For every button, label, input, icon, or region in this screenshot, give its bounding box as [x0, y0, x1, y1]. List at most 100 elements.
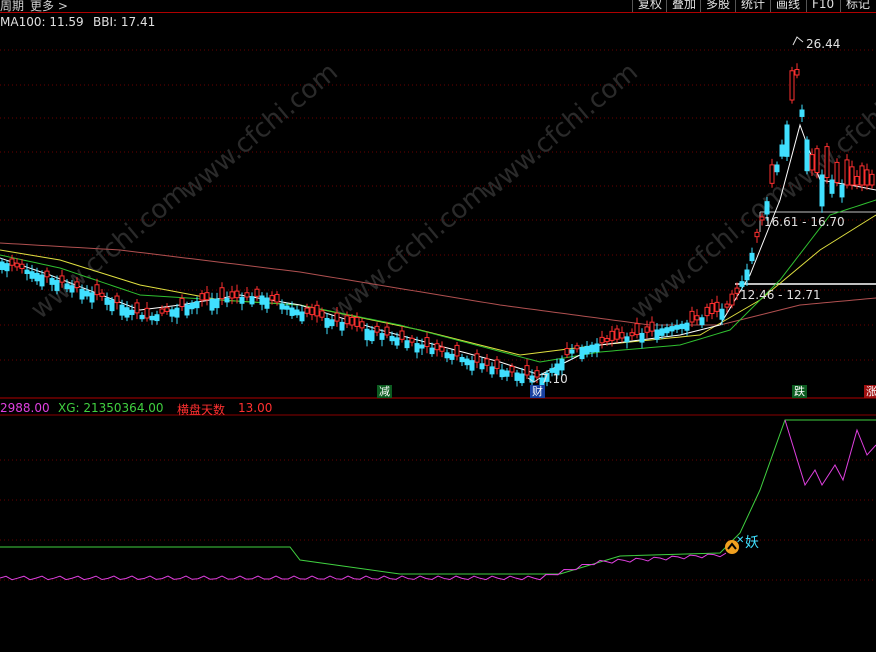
candle-body [249, 296, 255, 305]
candle-body [644, 326, 650, 333]
candle-body [229, 291, 235, 299]
candle-body [9, 258, 15, 266]
candle-body [14, 262, 20, 268]
candle-body [579, 347, 585, 360]
candle-body [239, 296, 245, 304]
candle-body [454, 344, 460, 357]
candle-body [149, 315, 155, 321]
candle-body [254, 288, 260, 297]
candle-body [59, 275, 65, 283]
candle-body [459, 357, 465, 363]
sideways-days-value: 13.00 [238, 401, 273, 415]
candle-body [479, 363, 485, 370]
candle-body [809, 154, 815, 171]
candle-body [189, 302, 195, 310]
upper-zone-label: 16.61 - 16.70 [764, 215, 845, 229]
candle-body [414, 343, 420, 353]
candle-body [399, 330, 405, 340]
event-mark-finance[interactable]: 财 [530, 385, 545, 398]
candle-body [639, 332, 645, 343]
candle-body [389, 335, 395, 342]
candle-body [29, 271, 35, 279]
candle-body [689, 310, 695, 323]
candle-body [864, 169, 870, 186]
watermark: www.cfchi.com [325, 177, 494, 325]
candle-body [679, 323, 685, 330]
candle-body [274, 293, 280, 303]
candle-body [484, 358, 490, 366]
candle-body [104, 297, 110, 305]
candle-body [404, 340, 410, 349]
candle-body [334, 312, 340, 322]
candle-body [219, 287, 225, 300]
candle-body [504, 370, 510, 377]
bbi-readout: BBI: 17.41 [93, 15, 156, 29]
candle-body [819, 174, 825, 207]
ma100-readout: MA100: 11.59 [0, 15, 84, 29]
candle-body [324, 318, 330, 328]
candle-body [19, 263, 25, 269]
candle-body [359, 321, 365, 329]
candle-body [409, 337, 415, 343]
candle-body [304, 307, 310, 314]
candle-body [634, 323, 640, 336]
candle-body [599, 336, 605, 344]
candle-body [699, 317, 705, 326]
candle-body [524, 365, 530, 376]
lower-zone-label: 12.46 - 12.71 [740, 288, 821, 302]
candle-body [694, 315, 700, 321]
candle-body [39, 274, 45, 287]
candle-body [534, 370, 540, 378]
candle-body [144, 307, 150, 319]
candle-body [259, 295, 265, 305]
candle-body [469, 360, 475, 371]
candle-body [164, 307, 170, 312]
candle-body [824, 146, 830, 179]
candle-body [54, 279, 60, 291]
candle-body [769, 164, 775, 184]
candle-body [339, 321, 345, 331]
candle-body [834, 161, 840, 183]
candle-body [784, 124, 790, 157]
candle-body [654, 329, 660, 340]
candle-body [854, 176, 860, 186]
kline-chart[interactable]: www.cfchi.comwww.cfchi.comwww.cfchi.comw… [0, 0, 876, 652]
candle-body [604, 337, 610, 343]
candle-body [204, 292, 210, 301]
candle-body [279, 303, 285, 310]
candle-body [434, 343, 440, 351]
candle-body [234, 290, 240, 299]
candle-body [364, 328, 370, 341]
candle-body [584, 345, 590, 355]
candle-body [289, 307, 295, 316]
candle-body [594, 343, 600, 353]
candle-body [444, 352, 450, 359]
candle-body [684, 322, 690, 331]
candle-body [489, 366, 495, 375]
candle-body [224, 297, 230, 303]
sub-value-readout: 2988.00 [0, 401, 50, 415]
candle-body [669, 326, 675, 332]
watermark: www.cfchi.com [175, 57, 344, 205]
candle-body [69, 285, 75, 293]
candle-body [109, 299, 115, 312]
candle-body [839, 184, 845, 198]
candle-body [159, 308, 165, 314]
candle-body [574, 345, 580, 350]
candle-body [614, 328, 620, 340]
candle-body [169, 309, 175, 317]
candle-body [724, 303, 730, 308]
candle-body [114, 295, 120, 304]
event-mark-rise[interactable]: 涨 [864, 385, 876, 398]
event-mark-reduce[interactable]: 减 [377, 385, 392, 398]
low-price-label: 7.10 [541, 372, 568, 386]
candle-body [314, 304, 320, 317]
signal-star-icon: ✕ [736, 535, 744, 546]
candle-body [849, 166, 855, 186]
candle-body [589, 344, 595, 353]
candle-body [244, 292, 250, 298]
event-mark-fall[interactable]: 跌 [792, 385, 807, 398]
candle-body [714, 301, 720, 312]
candle-body [704, 306, 710, 317]
candle-body [209, 298, 215, 311]
